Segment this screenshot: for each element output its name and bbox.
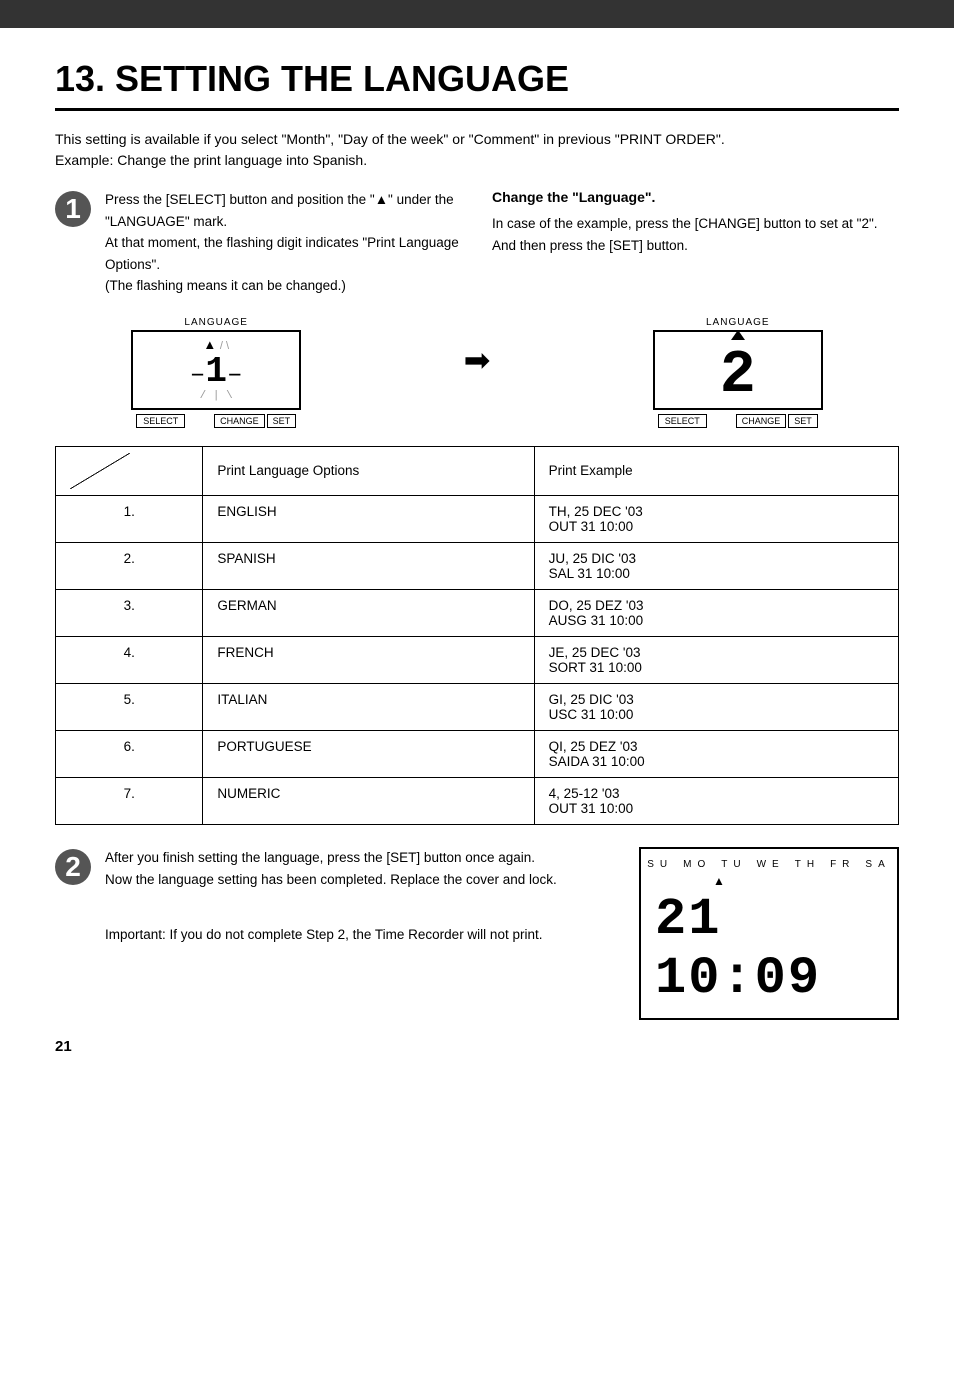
- table-cell-num: 1.: [56, 495, 203, 542]
- step1-section: 1 Press the [SELECT] button and position…: [55, 189, 899, 297]
- clock-day-label: SU: [647, 859, 673, 870]
- lcd-section: LANGUAGE ▲ / \ –1– / | \ SELECT CHANGE S…: [55, 317, 899, 428]
- table-cell-num: 4.: [56, 636, 203, 683]
- step2-text2: Now the language setting has been comple…: [105, 869, 609, 891]
- lcd1-block: LANGUAGE ▲ / \ –1– / | \ SELECT CHANGE S…: [131, 317, 301, 428]
- lcd1-inner: ▲ / \ –1– / | \: [190, 337, 243, 402]
- table-cell-example: 4, 25-12 '03OUT 31 10:00: [534, 777, 898, 824]
- step1-left: 1 Press the [SELECT] button and position…: [55, 189, 462, 297]
- arrow-icon: ➡: [464, 341, 491, 379]
- lcd2-triangle-icon: [731, 330, 745, 340]
- lcd2-buttons: SELECT CHANGE SET: [653, 414, 823, 428]
- step1-right-title: Change the "Language".: [492, 189, 899, 205]
- table-header-options: Print Language Options: [203, 446, 534, 495]
- step2-section: 2 After you finish setting the language,…: [55, 847, 899, 1020]
- clock-day-label: TU: [721, 859, 746, 870]
- lcd2-display: 2: [653, 330, 823, 410]
- lcd1-display: ▲ / \ –1– / | \: [131, 330, 301, 410]
- table-row: 1.ENGLISHTH, 25 DEC '03OUT 31 10:00: [56, 495, 899, 542]
- page-content: 13. SETTING THE LANGUAGE This setting is…: [0, 28, 954, 1095]
- lcd2-set-btn: SET: [788, 414, 818, 428]
- diagonal-header: [70, 453, 130, 489]
- language-table: Print Language Options Print Example 1.E…: [55, 446, 899, 825]
- step1-text3: (The flashing means it can be changed.): [105, 275, 462, 297]
- table-cell-example: JE, 25 DEC '03SORT 31 10:00: [534, 636, 898, 683]
- clock-display: SU MO TU WE TH FR SA ▲ 21 10:09: [639, 847, 899, 1020]
- table-cell-num: 7.: [56, 777, 203, 824]
- lcd1-label: LANGUAGE: [184, 317, 248, 328]
- step1-right-text1: In case of the example, press the [CHANG…: [492, 213, 899, 235]
- table-row: 7.NUMERIC4, 25-12 '03OUT 31 10:00: [56, 777, 899, 824]
- step1-right-body: In case of the example, press the [CHANG…: [492, 213, 899, 256]
- step2-text1: After you finish setting the language, p…: [105, 847, 609, 869]
- diagonal-line: [70, 453, 130, 489]
- step2-left: 2 After you finish setting the language,…: [55, 847, 609, 945]
- table-header-diag: [56, 446, 203, 495]
- table-cell-num: 5.: [56, 683, 203, 730]
- lcd2-value: 2: [720, 342, 756, 410]
- page-number: 21: [55, 1038, 899, 1055]
- page-title: 13. SETTING THE LANGUAGE: [55, 58, 899, 111]
- lcd1-digit: –1–: [190, 354, 243, 390]
- table-row: 3.GERMANDO, 25 DEZ '03AUSG 31 10:00: [56, 589, 899, 636]
- table-cell-lang: ITALIAN: [203, 683, 534, 730]
- step2-important: Important: If you do not complete Step 2…: [105, 924, 609, 946]
- top-bar: [0, 0, 954, 28]
- step2-text: After you finish setting the language, p…: [105, 847, 609, 945]
- table-cell-example: QI, 25 DEZ '03SAIDA 31 10:00: [534, 730, 898, 777]
- lcd1-select-btn: SELECT: [136, 414, 185, 428]
- step1-text1: Press the [SELECT] button and position t…: [105, 189, 462, 232]
- lcd2-block: LANGUAGE 2 SELECT CHANGE SET: [653, 317, 823, 428]
- step1-text: Press the [SELECT] button and position t…: [105, 189, 462, 297]
- clock-triangle-icon: ▲: [713, 874, 725, 888]
- step2-number: 2: [55, 849, 91, 885]
- lcd1-set-btn: SET: [267, 414, 297, 428]
- table-row: 5.ITALIANGI, 25 DIC '03USC 31 10:00: [56, 683, 899, 730]
- lcd2-change-btn: CHANGE: [736, 414, 787, 428]
- table-cell-example: JU, 25 DIC '03SAL 31 10:00: [534, 542, 898, 589]
- table-cell-lang: SPANISH: [203, 542, 534, 589]
- clock-day-label: WE: [757, 859, 785, 870]
- table-cell-lang: GERMAN: [203, 589, 534, 636]
- step1-text2: At that moment, the flashing digit indic…: [105, 232, 462, 275]
- table-cell-example: DO, 25 DEZ '03AUSG 31 10:00: [534, 589, 898, 636]
- step1-right-text2: And then press the [SET] button.: [492, 235, 899, 257]
- lcd1-change-btn: CHANGE: [214, 414, 265, 428]
- table-row: 6.PORTUGUESEQI, 25 DEZ '03SAIDA 31 10:00: [56, 730, 899, 777]
- table-cell-num: 2.: [56, 542, 203, 589]
- step2-right: SU MO TU WE TH FR SA ▲ 21 10:09: [639, 847, 899, 1020]
- clock-time-value: 21 10:09: [655, 890, 821, 1008]
- intro-text-2: Example: Change the print language into …: [55, 150, 899, 171]
- step1-number: 1: [55, 191, 91, 227]
- table-header-example: Print Example: [534, 446, 898, 495]
- intro-section: This setting is available if you select …: [55, 129, 899, 171]
- clock-day-label: FR: [830, 859, 855, 870]
- table-cell-lang: PORTUGUESE: [203, 730, 534, 777]
- lcd2-right-btns: CHANGE SET: [736, 414, 818, 428]
- lcd2-select-btn: SELECT: [658, 414, 707, 428]
- table-cell-lang: FRENCH: [203, 636, 534, 683]
- lcd1-buttons: SELECT CHANGE SET: [131, 414, 301, 428]
- table-row: 2.SPANISHJU, 25 DIC '03SAL 31 10:00: [56, 542, 899, 589]
- step1-right: Change the "Language". In case of the ex…: [492, 189, 899, 256]
- table-cell-example: GI, 25 DIC '03USC 31 10:00: [534, 683, 898, 730]
- clock-day-label: SA: [865, 859, 890, 870]
- lcd2-label: LANGUAGE: [706, 317, 770, 328]
- table-cell-num: 3.: [56, 589, 203, 636]
- clock-days: SU MO TU WE TH FR SA: [647, 859, 891, 870]
- clock-day-label: TH: [795, 859, 820, 870]
- table-cell-example: TH, 25 DEC '03OUT 31 10:00: [534, 495, 898, 542]
- clock-day-label: MO: [683, 859, 711, 870]
- table-cell-num: 6.: [56, 730, 203, 777]
- table-cell-lang: NUMERIC: [203, 777, 534, 824]
- intro-text-1: This setting is available if you select …: [55, 129, 899, 150]
- table-row: 4.FRENCHJE, 25 DEC '03SORT 31 10:00: [56, 636, 899, 683]
- lcd2-inner: 2: [655, 332, 821, 408]
- table-cell-lang: ENGLISH: [203, 495, 534, 542]
- clock-time: 21 10:09: [655, 890, 883, 1008]
- lcd1-right-btns: CHANGE SET: [214, 414, 296, 428]
